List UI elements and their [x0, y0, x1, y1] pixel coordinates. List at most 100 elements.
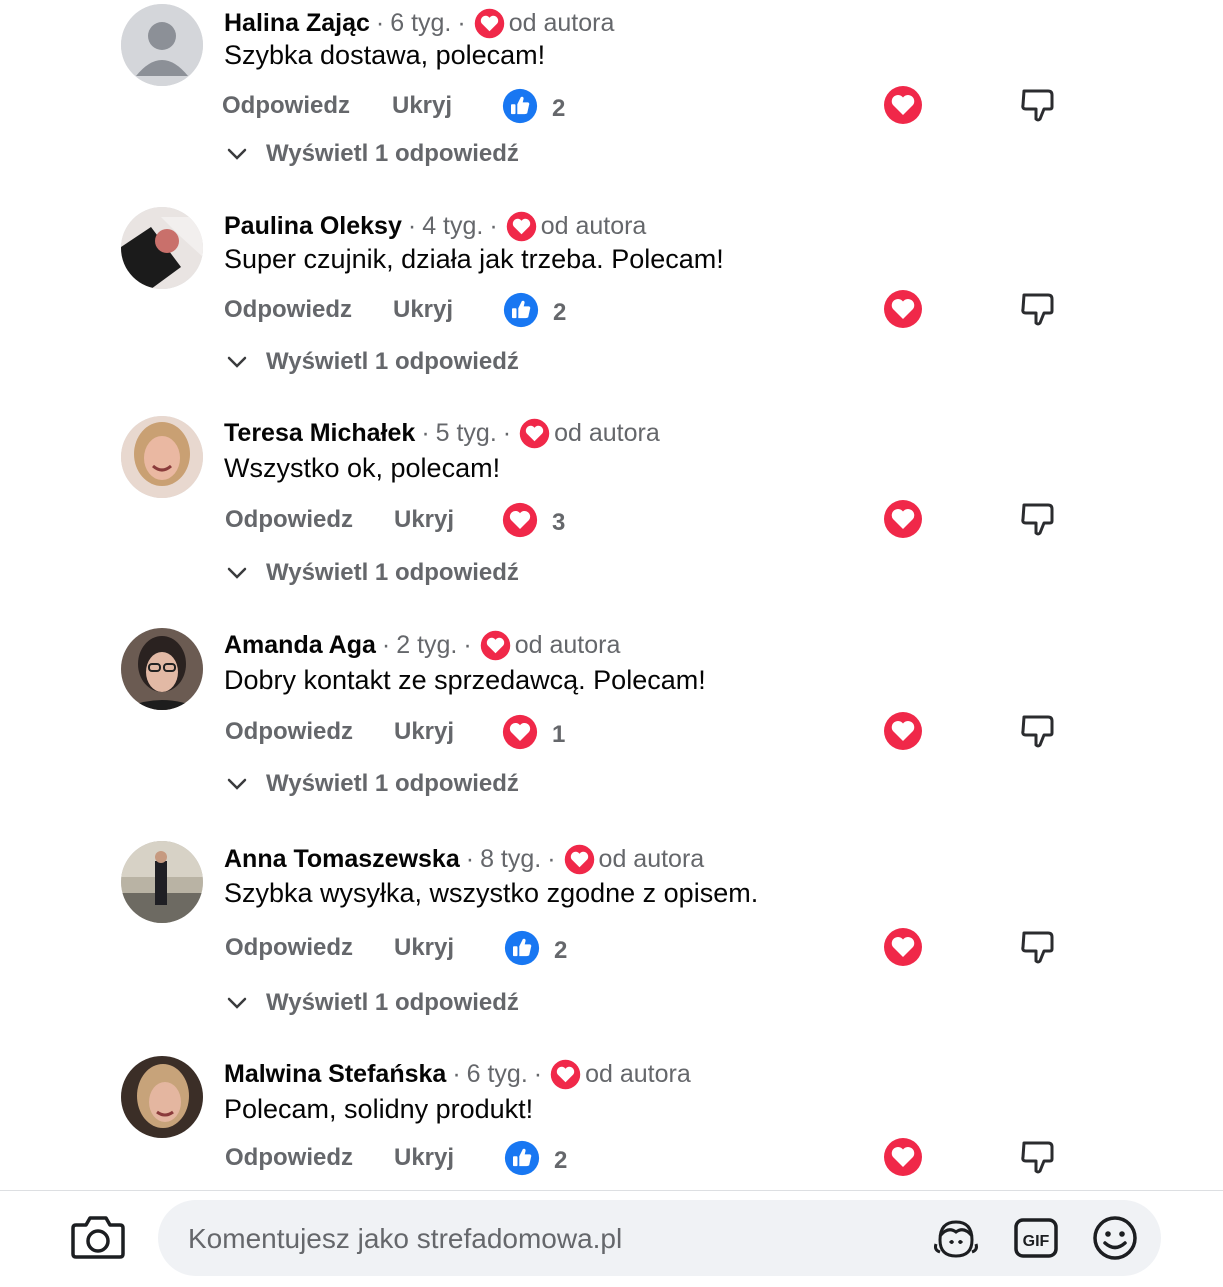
- comment-item: Teresa Michałek · 5 tyg. · od autora Wsz…: [0, 414, 1223, 614]
- chevron-down-icon: [227, 778, 247, 790]
- chevron-down-icon: [227, 997, 247, 1009]
- dislike-icon[interactable]: [1018, 85, 1058, 125]
- view-replies-button[interactable]: Wyświetl 1 odpowiedź: [226, 348, 519, 376]
- comment-meta: Amanda Aga · 2 tyg. · od autora: [224, 630, 621, 661]
- comment-item: Paulina Oleksy · 4 tyg. · od autora Supe…: [0, 205, 1223, 405]
- author-name[interactable]: Anna Tomaszewska: [224, 845, 460, 874]
- hide-button[interactable]: Ukryj: [392, 86, 452, 126]
- heart-icon: [550, 1059, 581, 1090]
- view-replies-label: Wyświetl 1 odpowiedź: [266, 770, 519, 797]
- comment-input[interactable]: [186, 1200, 910, 1278]
- view-replies-button[interactable]: Wyświetl 1 odpowiedź: [226, 140, 519, 168]
- author-liked-label: od autora: [598, 845, 705, 873]
- hide-button[interactable]: Ukryj: [393, 290, 453, 330]
- reaction-summary[interactable]: 1: [502, 714, 565, 755]
- avatar[interactable]: [121, 628, 203, 710]
- dislike-icon[interactable]: [1018, 499, 1058, 539]
- view-replies-label: Wyświetl 1 odpowiedź: [266, 348, 519, 375]
- heart-icon: [502, 714, 538, 755]
- comment-meta: Teresa Michałek · 5 tyg. · od autora: [224, 418, 660, 449]
- reply-button[interactable]: Odpowiedz: [225, 500, 353, 540]
- like-icon: [502, 88, 538, 129]
- hide-button[interactable]: Ukryj: [394, 928, 454, 968]
- timestamp[interactable]: 5 tyg.: [436, 419, 497, 448]
- view-replies-button[interactable]: Wyświetl 1 odpowiedź: [226, 559, 519, 587]
- dislike-icon[interactable]: [1018, 711, 1058, 751]
- avatar[interactable]: [121, 841, 203, 923]
- heart-icon: [564, 844, 595, 875]
- heart-icon[interactable]: [883, 85, 923, 125]
- timestamp[interactable]: 6 tyg.: [390, 9, 451, 38]
- avatar[interactable]: [121, 4, 203, 86]
- view-replies-button[interactable]: Wyświetl 1 odpowiedź: [226, 989, 519, 1017]
- reaction-count: 2: [554, 936, 568, 964]
- comment-actions: Odpowiedz Ukryj 1: [222, 712, 1122, 752]
- reaction-summary[interactable]: 2: [504, 1140, 567, 1181]
- comment-item: Amanda Aga · 2 tyg. · od autora Dobry ko…: [0, 626, 1223, 826]
- avatar-sticker-icon[interactable]: [932, 1214, 980, 1262]
- heart-icon[interactable]: [883, 289, 923, 329]
- hide-button[interactable]: Ukryj: [394, 500, 454, 540]
- hide-button[interactable]: Ukryj: [394, 712, 454, 752]
- avatar[interactable]: [121, 1056, 203, 1138]
- reaction-summary[interactable]: 2: [504, 930, 567, 971]
- author-liked-label: od autora: [508, 9, 615, 37]
- comment-meta: Halina Zając · 6 tyg. · od autora: [224, 8, 615, 39]
- like-icon: [504, 930, 540, 971]
- reaction-count: 2: [552, 94, 566, 122]
- reply-button[interactable]: Odpowiedz: [225, 1138, 353, 1178]
- dislike-icon[interactable]: [1018, 927, 1058, 967]
- emoji-icon[interactable]: [1091, 1214, 1139, 1262]
- heart-icon[interactable]: [883, 1137, 923, 1177]
- heart-icon[interactable]: [883, 927, 923, 967]
- svg-text:GIF: GIF: [1023, 1233, 1050, 1250]
- author-name[interactable]: Paulina Oleksy: [224, 212, 402, 241]
- reaction-count: 2: [554, 1146, 568, 1174]
- comment-actions: Odpowiedz Ukryj 2: [222, 86, 1122, 126]
- view-replies-label: Wyświetl 1 odpowiedź: [266, 989, 519, 1016]
- reply-button[interactable]: Odpowiedz: [222, 86, 350, 126]
- reply-button[interactable]: Odpowiedz: [225, 712, 353, 752]
- dislike-icon[interactable]: [1018, 289, 1058, 329]
- camera-icon[interactable]: [70, 1213, 126, 1261]
- reaction-count: 2: [553, 298, 567, 326]
- timestamp[interactable]: 6 tyg.: [467, 1060, 528, 1089]
- comment-actions: Odpowiedz Ukryj 2: [222, 290, 1122, 330]
- gif-icon[interactable]: GIF: [1012, 1214, 1060, 1262]
- like-icon: [503, 292, 539, 333]
- heart-icon: [519, 418, 550, 449]
- comment-actions: Odpowiedz Ukryj 3: [222, 500, 1122, 540]
- comment-text: Szybka wysyłka, wszystko zgodne z opisem…: [224, 878, 759, 908]
- heart-icon[interactable]: [883, 499, 923, 539]
- author-liked-label: od autora: [554, 419, 660, 447]
- author-liked-label: od autora: [514, 631, 621, 659]
- comment-input-wrapper: GIF: [158, 1200, 1161, 1278]
- comment-actions: Odpowiedz Ukryj 2: [222, 1138, 1122, 1178]
- reaction-summary[interactable]: 2: [503, 292, 566, 333]
- author-name[interactable]: Halina Zając: [224, 9, 370, 38]
- chevron-down-icon: [227, 567, 247, 579]
- reply-button[interactable]: Odpowiedz: [225, 928, 353, 968]
- view-replies-button[interactable]: Wyświetl 1 odpowiedź: [226, 770, 519, 798]
- reply-button[interactable]: Odpowiedz: [224, 290, 352, 330]
- heart-icon: [506, 211, 537, 242]
- dislike-icon[interactable]: [1018, 1137, 1058, 1177]
- author-name[interactable]: Amanda Aga: [224, 631, 376, 660]
- timestamp[interactable]: 4 tyg.: [422, 212, 483, 241]
- timestamp[interactable]: 2 tyg.: [396, 631, 457, 660]
- heart-icon[interactable]: [883, 711, 923, 751]
- comment-meta: Malwina Stefańska · 6 tyg. · od autora: [224, 1059, 691, 1090]
- heart-icon: [474, 8, 505, 39]
- author-name[interactable]: Malwina Stefańska: [224, 1060, 446, 1089]
- author-name[interactable]: Teresa Michałek: [224, 419, 415, 448]
- hide-button[interactable]: Ukryj: [394, 1138, 454, 1178]
- comment-text: Polecam, solidny produkt!: [224, 1094, 534, 1124]
- reaction-summary[interactable]: 2: [502, 88, 565, 129]
- chevron-down-icon: [227, 148, 247, 160]
- chevron-down-icon: [227, 356, 247, 368]
- avatar[interactable]: [121, 416, 203, 498]
- timestamp[interactable]: 8 tyg.: [480, 845, 541, 874]
- reaction-summary[interactable]: 3: [502, 502, 565, 543]
- avatar[interactable]: [121, 207, 203, 289]
- view-replies-label: Wyświetl 1 odpowiedź: [266, 559, 519, 586]
